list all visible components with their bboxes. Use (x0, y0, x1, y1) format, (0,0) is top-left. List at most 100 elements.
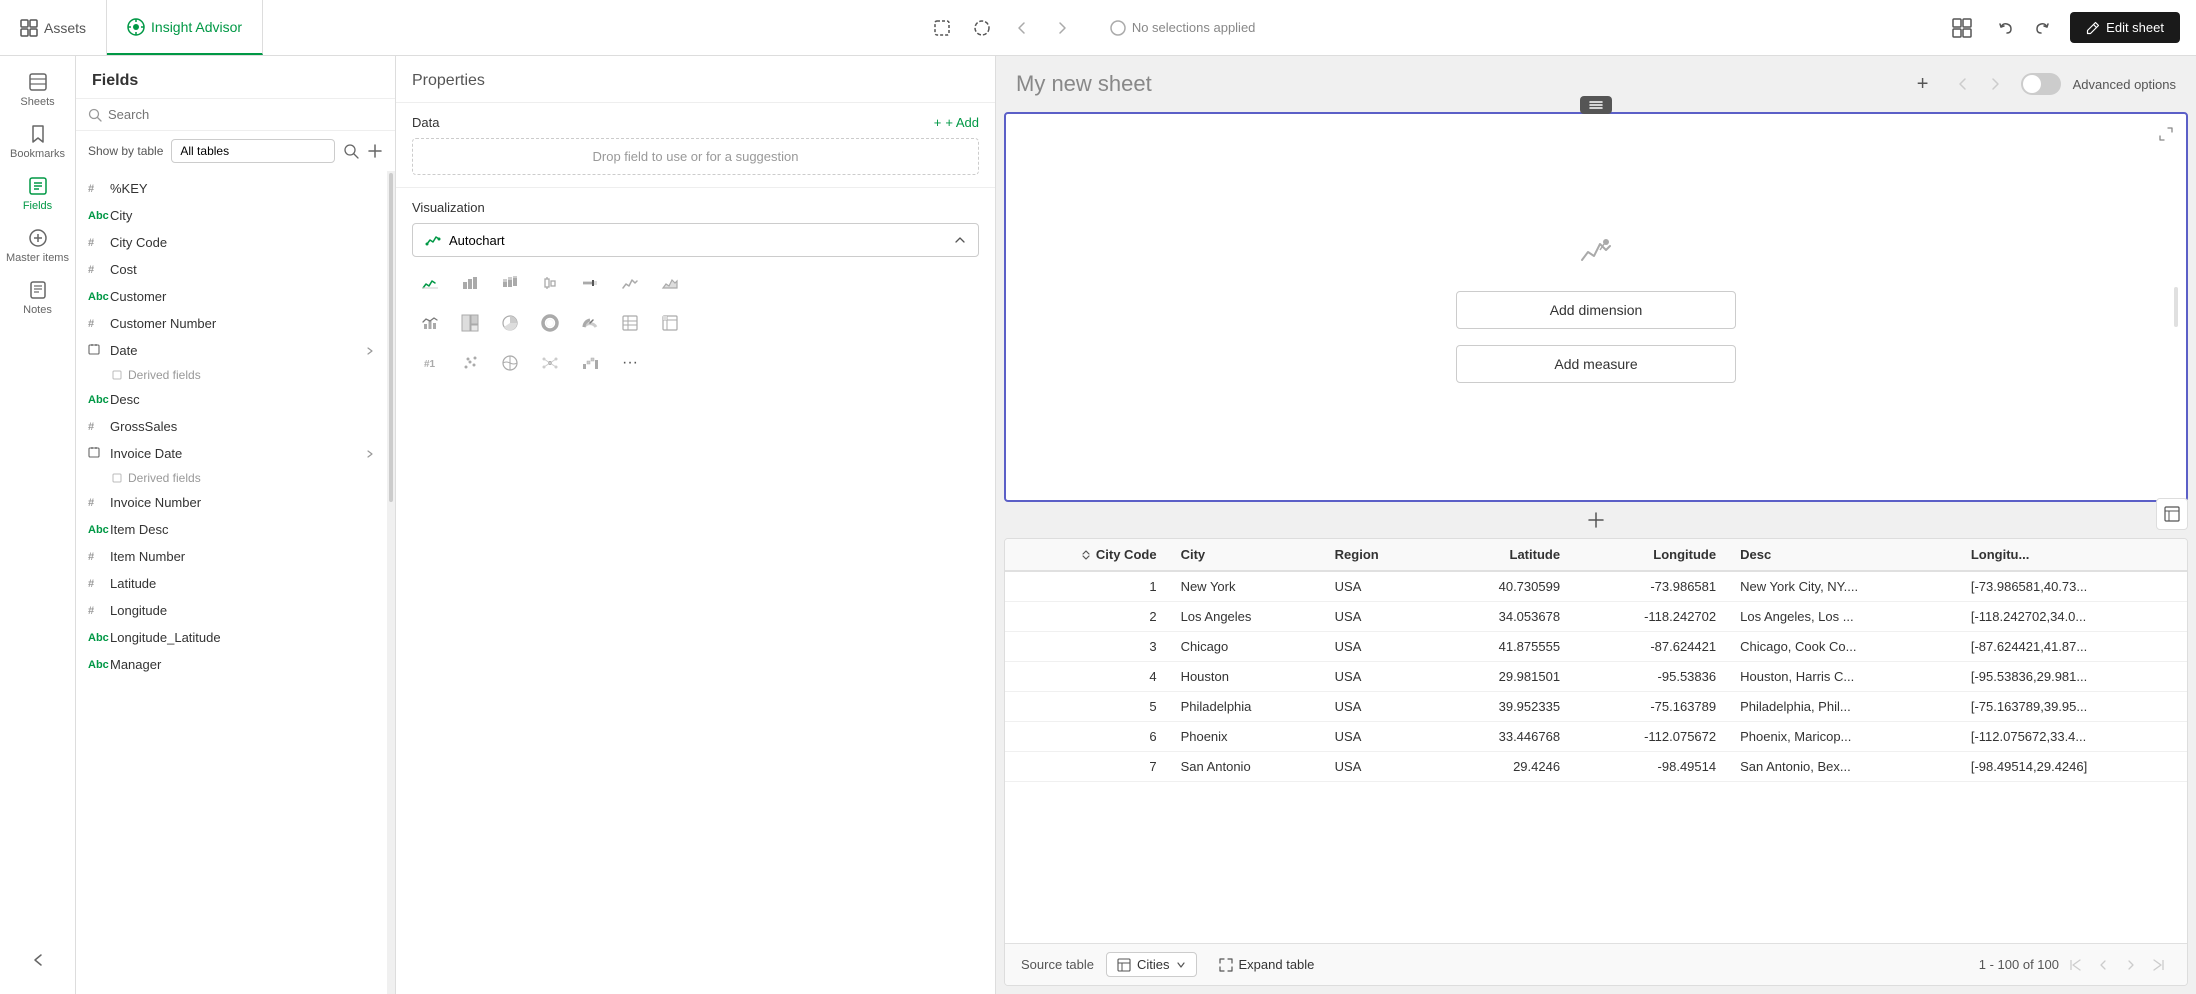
box-plot-btn[interactable] (532, 265, 568, 301)
donut-chart-btn[interactable] (532, 305, 568, 341)
field-item-longitude-latitude[interactable]: Abc Longitude_Latitude (76, 624, 387, 651)
network-btn[interactable] (532, 345, 568, 381)
source-table-selector[interactable]: Cities (1106, 952, 1197, 977)
scatter-btn[interactable] (452, 345, 488, 381)
cell-desc: San Antonio, Bex... (1728, 752, 1959, 782)
prev-sheet-button[interactable] (1949, 70, 1977, 98)
table-select-dropdown[interactable]: All tables (171, 139, 335, 163)
field-item-date[interactable]: Date (76, 337, 387, 364)
field-item-cost[interactable]: # Cost (76, 256, 387, 283)
field-item-percent-key[interactable]: # %KEY (76, 175, 387, 202)
th-latitude[interactable]: Latitude (1433, 539, 1572, 571)
search-filter-icon[interactable] (343, 143, 359, 159)
area-chart-btn[interactable] (652, 265, 688, 301)
field-item-city-code[interactable]: # City Code (76, 229, 387, 256)
field-item-item-number[interactable]: # Item Number (76, 543, 387, 570)
source-table-name: Cities (1137, 957, 1170, 972)
bullet-chart-btn[interactable] (572, 265, 608, 301)
add-table-icon[interactable] (367, 143, 383, 159)
tab-assets[interactable]: Assets (0, 0, 107, 55)
chart-type-selector[interactable]: Autochart (412, 223, 979, 257)
chart-right-expand (2166, 114, 2186, 500)
page-first-btn[interactable] (2063, 953, 2087, 977)
circle-icon (1110, 20, 1126, 36)
advanced-options-toggle[interactable] (2021, 73, 2061, 95)
field-item-item-desc[interactable]: Abc Item Desc (76, 516, 387, 543)
sidebar-item-fields[interactable]: Fields (6, 168, 70, 220)
next-sheet-button[interactable] (1981, 70, 2009, 98)
field-item-invoice-number[interactable]: # Invoice Number (76, 489, 387, 516)
th-region[interactable]: Region (1323, 539, 1434, 571)
autochart-btn[interactable] (412, 265, 448, 301)
kpi-btn[interactable]: #1 (412, 345, 448, 381)
chart-area: Add dimension Add measure (1004, 112, 2188, 502)
data-section-label: Data (412, 115, 439, 130)
field-item-latitude[interactable]: # Latitude (76, 570, 387, 597)
page-prev-btn[interactable] (2091, 953, 2115, 977)
fields-scrollbar[interactable] (387, 171, 395, 994)
th-desc[interactable]: Desc (1728, 539, 1959, 571)
right-area: My new sheet + Advanced options (996, 56, 2196, 994)
chart-move-handle[interactable] (1580, 96, 1612, 114)
collapse-sidebar-button[interactable] (6, 942, 70, 978)
forward-icon[interactable] (1046, 12, 1078, 44)
waterfall-btn[interactable] (572, 345, 608, 381)
fields-search-input[interactable] (108, 107, 383, 122)
undo-button[interactable] (1990, 12, 2022, 44)
th-longitude[interactable]: Longitude (1572, 539, 1728, 571)
select-tool-icon[interactable] (926, 12, 958, 44)
field-name-latitude: Latitude (110, 576, 375, 591)
cell-longitu: [-73.986581,40.73... (1959, 571, 2187, 602)
drop-field-area[interactable]: Drop field to use or for a suggestion (412, 138, 979, 175)
cell-longitude: -118.242702 (1572, 602, 1728, 632)
combo-chart-btn[interactable] (412, 305, 448, 341)
field-item-desc[interactable]: Abc Desc (76, 386, 387, 413)
redo-button[interactable] (2026, 12, 2058, 44)
page-last-btn[interactable] (2147, 953, 2171, 977)
cell-city: Houston (1169, 662, 1323, 692)
table-btn[interactable] (612, 305, 648, 341)
field-derived-invoice-date[interactable]: Derived fields (76, 467, 387, 489)
add-dimension-button[interactable]: Add dimension (1456, 291, 1736, 329)
tab-insight-advisor[interactable]: Insight Advisor (107, 0, 263, 55)
field-item-city[interactable]: Abc City (76, 202, 387, 229)
more-charts-btn[interactable]: ··· (612, 345, 648, 381)
pie-chart-btn[interactable] (492, 305, 528, 341)
field-item-invoice-date[interactable]: Invoice Date (76, 440, 387, 467)
back-icon[interactable] (1006, 12, 1038, 44)
page-next-btn[interactable] (2119, 953, 2143, 977)
th-city-code[interactable]: City Code (1005, 539, 1169, 571)
sidebar-item-sheets[interactable]: Sheets (6, 64, 70, 116)
layout-grid-icon[interactable] (1946, 12, 1978, 44)
line-chart-btn[interactable] (612, 265, 648, 301)
lasso-tool-icon[interactable] (966, 12, 998, 44)
sidebar-item-master-items[interactable]: Master items (6, 220, 70, 272)
add-row-button[interactable] (996, 502, 2196, 538)
gauge-btn[interactable] (572, 305, 608, 341)
sidebar-item-bookmarks[interactable]: Bookmarks (6, 116, 70, 168)
add-sheet-button[interactable]: + (1909, 70, 1937, 98)
th-longitu[interactable]: Longitu... (1959, 539, 2187, 571)
chevron-up-icon (954, 234, 966, 246)
add-field-button[interactable]: + + Add (934, 115, 979, 130)
collapse-icon (28, 950, 48, 970)
cell-latitude: 33.446768 (1433, 722, 1572, 752)
sidebar-item-notes[interactable]: Notes (6, 272, 70, 324)
chart-icons-grid: #1 ··· (396, 265, 995, 393)
field-derived-date[interactable]: Derived fields (76, 364, 387, 386)
pivot-table-btn[interactable] (652, 305, 688, 341)
field-item-customer-number[interactable]: # Customer Number (76, 310, 387, 337)
add-measure-button[interactable]: Add measure (1456, 345, 1736, 383)
chart-placeholder-icon (1578, 232, 1614, 275)
edit-sheet-button[interactable]: Edit sheet (2070, 12, 2180, 43)
field-item-longitude[interactable]: # Longitude (76, 597, 387, 624)
stacked-bar-btn[interactable] (492, 265, 528, 301)
treemap-btn[interactable] (452, 305, 488, 341)
field-item-manager[interactable]: Abc Manager (76, 651, 387, 678)
bar-chart-btn[interactable] (452, 265, 488, 301)
field-item-customer[interactable]: Abc Customer (76, 283, 387, 310)
map-btn[interactable] (492, 345, 528, 381)
expand-table-button[interactable]: Expand table (1209, 953, 1325, 976)
field-item-grosssales[interactable]: # GrossSales (76, 413, 387, 440)
th-city[interactable]: City (1169, 539, 1323, 571)
